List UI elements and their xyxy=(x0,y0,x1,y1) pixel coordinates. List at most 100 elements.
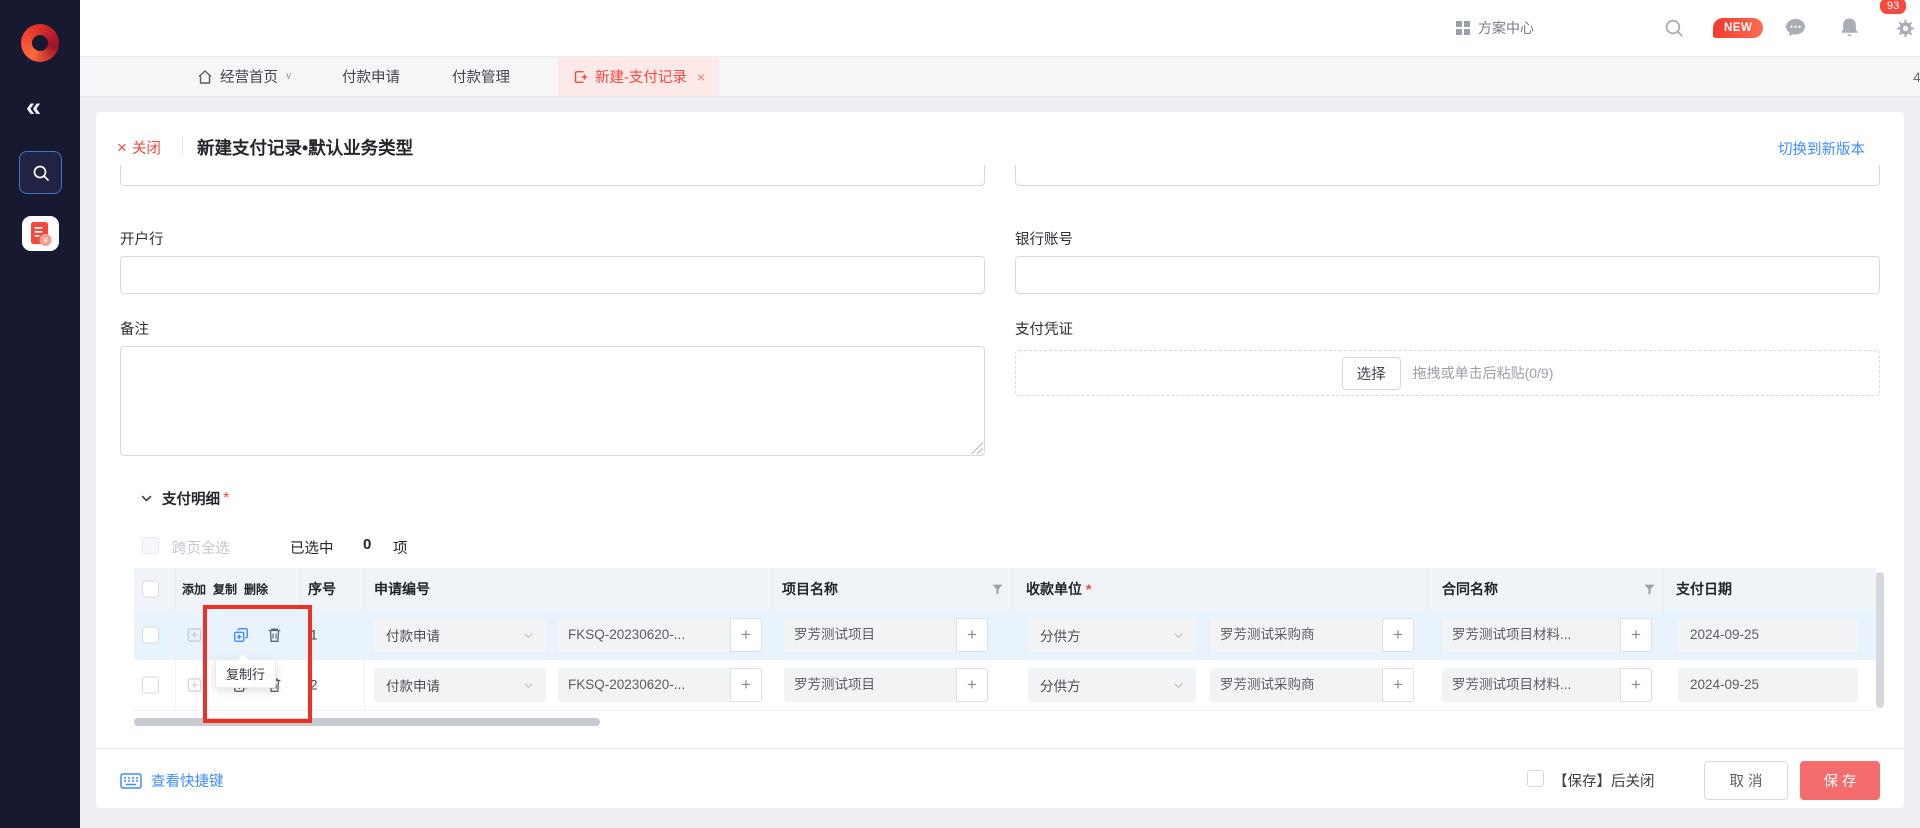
switch-version-link[interactable]: 切换到新版本 xyxy=(1778,138,1865,159)
detail-section-title: 支付明细 xyxy=(162,488,220,509)
svg-text:¥: ¥ xyxy=(42,236,48,245)
contract-value[interactable]: 罗芳测试项目材料... xyxy=(1442,618,1620,652)
new-feature-badge[interactable]: NEW xyxy=(1713,0,1763,56)
solution-center-label: 方案中心 xyxy=(1478,18,1534,38)
close-page-button[interactable]: × 关闭 xyxy=(117,137,161,158)
add-row-icon[interactable] xyxy=(186,627,203,644)
remark-wrap xyxy=(120,346,985,456)
select-all-checkbox[interactable] xyxy=(142,537,159,554)
filter-icon[interactable] xyxy=(990,582,1005,597)
cancel-button[interactable]: 取 消 xyxy=(1704,761,1788,800)
account-input[interactable] xyxy=(1015,256,1880,294)
add-row-icon[interactable] xyxy=(186,677,203,694)
new-doc-icon xyxy=(572,69,588,85)
project-value[interactable]: 罗芳测试项目 xyxy=(784,668,956,702)
voucher-label: 支付凭证 xyxy=(1015,318,1073,339)
payee-type-select[interactable]: 分供方 xyxy=(1028,618,1196,652)
grid-icon xyxy=(1455,20,1471,36)
table-row: 2 付款申请 FKSQ-20230620-... + 罗芳测试项目 + 分供方 … xyxy=(134,660,1877,711)
selected-count: 0 xyxy=(363,536,371,553)
remark-textarea[interactable] xyxy=(120,346,985,456)
tab-payment-apply[interactable]: 付款申请 xyxy=(342,57,400,96)
resize-grip-icon[interactable] xyxy=(971,442,983,454)
solution-center-button[interactable]: 方案中心 xyxy=(1455,0,1534,56)
close-page-label: 关闭 xyxy=(132,137,161,158)
payee-field: 罗芳测试采购商 + xyxy=(1210,618,1414,652)
payee-header: 收款单位 * xyxy=(1026,579,1091,599)
divider xyxy=(772,568,773,610)
divider xyxy=(175,568,176,610)
footer-divider xyxy=(96,748,1904,749)
close-tab-icon[interactable]: × xyxy=(697,69,705,85)
project-field: 罗芳测试项目 + xyxy=(784,618,988,652)
tab-payment-manage[interactable]: 付款管理 xyxy=(452,57,510,96)
contract-value[interactable]: 罗芳测试项目材料... xyxy=(1442,668,1620,702)
view-shortcuts-link[interactable]: 查看快捷键 xyxy=(120,770,224,791)
payee-value[interactable]: 罗芳测试采购商 xyxy=(1210,668,1382,702)
add-contract-button[interactable]: + xyxy=(1620,668,1652,702)
vertical-scrollbar[interactable] xyxy=(1876,572,1884,708)
payee-type-select[interactable]: 分供方 xyxy=(1028,668,1196,702)
brand-logo-icon[interactable] xyxy=(21,24,59,62)
gear-icon xyxy=(1895,18,1916,39)
filter-icon[interactable] xyxy=(1642,582,1657,597)
chevron-down-icon xyxy=(523,630,534,641)
project-value[interactable]: 罗芳测试项目 xyxy=(784,618,956,652)
close-after-save-checkbox[interactable] xyxy=(1527,770,1544,787)
sidebar-item-search[interactable] xyxy=(19,151,62,194)
contract-field: 罗芳测试项目材料... + xyxy=(1442,618,1652,652)
divider xyxy=(300,568,301,610)
account-label: 银行账号 xyxy=(1015,228,1073,249)
cutoff-input-right[interactable] xyxy=(1015,165,1880,186)
row-checkbox[interactable] xyxy=(142,627,159,644)
brand-logo-hole xyxy=(32,35,48,51)
topbar-search-icon[interactable] xyxy=(1663,0,1685,56)
add-payee-button[interactable]: + xyxy=(1382,668,1414,702)
apply-type-select[interactable]: 付款申请 xyxy=(374,668,546,702)
tab-label: 付款申请 xyxy=(342,66,400,87)
tab-new-payment-record[interactable]: 新建-支付记录 × xyxy=(558,57,719,96)
chat-icon xyxy=(1783,16,1808,40)
pay-date-field[interactable]: 2024-09-25 xyxy=(1678,618,1858,652)
add-apply-no-button[interactable]: + xyxy=(730,668,762,702)
apply-type-select[interactable]: 付款申请 xyxy=(374,618,546,652)
add-contract-button[interactable]: + xyxy=(1620,618,1652,652)
settings-button[interactable] xyxy=(1895,0,1916,56)
apply-no-value[interactable]: FKSQ-20230620-... xyxy=(558,618,730,652)
selected-suffix: 项 xyxy=(393,537,408,558)
save-button[interactable]: 保 存 xyxy=(1800,761,1880,800)
row-checkbox[interactable] xyxy=(142,677,159,694)
bell-icon xyxy=(1837,15,1862,41)
add-payee-button[interactable]: + xyxy=(1382,618,1414,652)
tab-business-home[interactable]: 经营首页 ∨ xyxy=(197,57,292,96)
bank-input[interactable] xyxy=(120,256,985,294)
apply-no-value[interactable]: FKSQ-20230620-... xyxy=(558,668,730,702)
collapse-sidebar-icon[interactable]: « xyxy=(26,94,41,121)
table-row: 1 付款申请 FKSQ-20230620-... + 罗芳测试项目 + 分供方 … xyxy=(134,610,1877,661)
add-project-button[interactable]: + xyxy=(956,668,988,702)
add-project-button[interactable]: + xyxy=(956,618,988,652)
copy-header: 复制 xyxy=(213,581,237,598)
divider xyxy=(1427,568,1428,610)
voucher-upload-dropzone[interactable]: 选择 拖拽或单击后粘贴(0/9) xyxy=(1015,350,1880,396)
add-apply-no-button[interactable]: + xyxy=(730,618,762,652)
delete-row-icon[interactable] xyxy=(266,626,283,644)
pay-date-field[interactable]: 2024-09-25 xyxy=(1678,668,1858,702)
copy-row-tooltip: 复制行 xyxy=(215,659,276,688)
horizontal-scrollbar[interactable] xyxy=(134,718,600,726)
seq-cell: 1 xyxy=(310,628,318,643)
payee-field: 罗芳测试采购商 + xyxy=(1210,668,1414,702)
divider xyxy=(175,610,176,660)
contract-header: 合同名称 xyxy=(1442,579,1498,599)
detail-section-toggle[interactable]: 支付明细* xyxy=(140,488,229,509)
sidebar-item-payment-docs[interactable]: ¥ xyxy=(22,216,59,251)
cutoff-input-left[interactable] xyxy=(120,165,985,186)
messages-button[interactable] xyxy=(1783,0,1808,56)
project-field: 罗芳测试项目 + xyxy=(784,668,988,702)
notifications-button[interactable]: 93 xyxy=(1837,0,1892,56)
header-checkbox[interactable] xyxy=(142,581,159,598)
voucher-select-button[interactable]: 选择 xyxy=(1342,357,1401,390)
divider xyxy=(364,610,365,660)
copy-row-icon[interactable] xyxy=(232,626,250,644)
payee-value[interactable]: 罗芳测试采购商 xyxy=(1210,618,1382,652)
